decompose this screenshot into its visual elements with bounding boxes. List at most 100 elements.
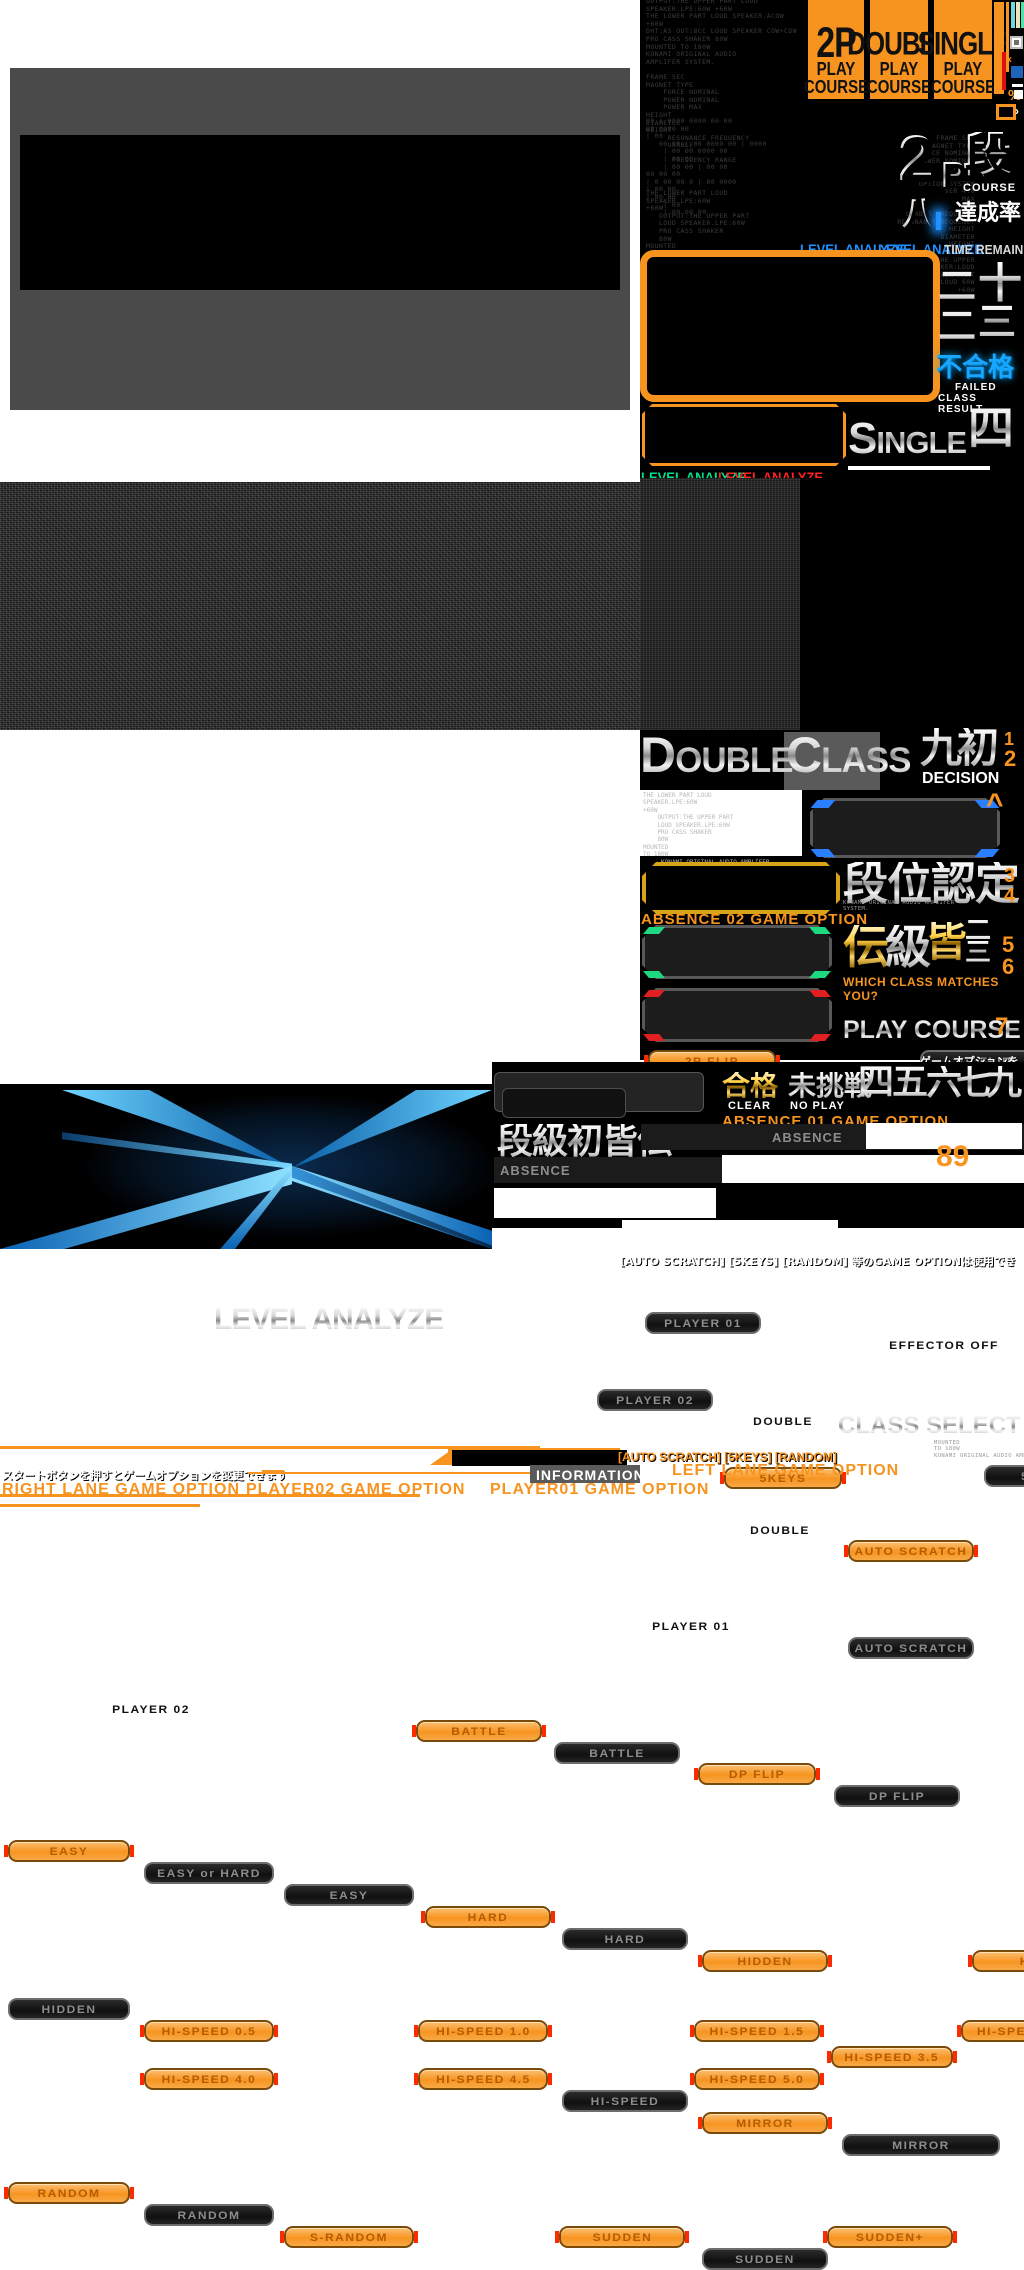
chevron-left-icon[interactable]: ‹ bbox=[1008, 53, 1018, 65]
tag-auto-scratch-off[interactable]: AUTO SCRATCH bbox=[848, 1637, 974, 1659]
tag-row-5keys-bg bbox=[494, 1188, 716, 1218]
course-2p-line3: COURSE bbox=[803, 77, 869, 98]
opt-hidden-on[interactable]: HIDDEN bbox=[698, 1950, 832, 1972]
single-underline bbox=[848, 466, 990, 470]
opt-hidden-plus[interactable]: HIDDEN+ bbox=[968, 1950, 1024, 1972]
digit-3: 3 bbox=[1004, 865, 1016, 887]
opt-hs-2-0-label: HI-SPEED 2.0 bbox=[977, 2024, 1024, 2038]
heading-den-kanji: 伝 bbox=[843, 920, 889, 974]
noise-texture-strip-right bbox=[640, 478, 800, 730]
opt-hs40-wrap: HI-SPEED 4.0 bbox=[140, 2068, 278, 2090]
chevron-up-icon[interactable]: ^ bbox=[986, 790, 1004, 820]
opt-easy-off-label: EASY bbox=[329, 1888, 369, 1902]
opt-sudden-on-wrap: SUDDEN bbox=[555, 2226, 690, 2248]
tag-player01-2-bg bbox=[622, 1272, 838, 1298]
cursor-bar-blue bbox=[936, 212, 941, 230]
opt-s-random-label: S-RANDOM bbox=[310, 2230, 388, 2244]
tag-player-02-2[interactable]: PLAYER 02 bbox=[92, 1698, 210, 1720]
opt-hs-2-0[interactable]: HI-SPEED 2.0 bbox=[957, 2020, 1024, 2042]
tag-auto-scratch-on-label: AUTO SCRATCH bbox=[854, 1544, 968, 1558]
checkbox-icon[interactable] bbox=[1010, 36, 1023, 49]
opt-hs-1-0-label: HI-SPEED 1.0 bbox=[436, 2024, 531, 2038]
secondary-display-panel bbox=[642, 404, 846, 466]
label-turntable: ターンテーブルで選択、鍵盤で決定 bbox=[452, 1450, 627, 1466]
divider-orange-mid bbox=[248, 1472, 548, 1474]
tag-battle-on[interactable]: BATTLE bbox=[412, 1720, 546, 1742]
tag-5keys-off[interactable]: 5KEYS bbox=[984, 1465, 1024, 1487]
heading-dan-kanji: 段 bbox=[963, 127, 1012, 183]
spec-white-box: THE LOWER PART LOUD SPEAKER.LPE:60W +60W… bbox=[640, 790, 802, 873]
opt-mirror-on-wrap: MIRROR bbox=[698, 2112, 832, 2134]
noise-texture-block bbox=[0, 482, 640, 730]
tag-effector-off-label: EFFECTOR OFF bbox=[889, 1338, 999, 1352]
opt-random-on[interactable]: RANDOM bbox=[4, 2182, 134, 2204]
opt-easy-on-label: EASY bbox=[49, 1844, 89, 1858]
heading-single: Single bbox=[848, 414, 967, 463]
heading-class-select: CLASS SELECT bbox=[838, 1412, 1021, 1439]
opt-hs-0-5[interactable]: HI-SPEED 0.5 bbox=[140, 2020, 278, 2042]
opt-hard-off[interactable]: HARD bbox=[562, 1928, 688, 1950]
tag-double-1[interactable]: DOUBLE bbox=[726, 1410, 840, 1432]
tag-player-02-2-label: PLAYER 02 bbox=[112, 1702, 190, 1716]
chevron-right-icon[interactable]: › bbox=[1015, 104, 1024, 118]
course-button-single[interactable]: SINGLE PLAY COURSE bbox=[918, 0, 1009, 101]
opt-hs-3-5[interactable]: HI-SPEED 3.5 bbox=[826, 2046, 957, 2068]
tag-effector-off[interactable]: EFFECTOR OFF bbox=[872, 1334, 1016, 1356]
opt-hs05-wrap: HI-SPEED 0.5 bbox=[140, 2020, 278, 2042]
tag-auto-scratch-off-label: AUTO SCRATCH bbox=[854, 1641, 968, 1655]
color-chip-cream bbox=[1016, 2, 1020, 28]
opt-hs-5-0-label: HI-SPEED 5.0 bbox=[709, 2072, 805, 2086]
label-start-button-hint: スタートボタンを押すとゲームオプションを変更できます bbox=[2, 1469, 288, 1482]
tag-player-02[interactable]: PLAYER 02 bbox=[597, 1389, 713, 1411]
opt-hs-plain[interactable]: HI-SPEED bbox=[562, 2090, 688, 2112]
tag-player-01[interactable]: PLAYER 01 bbox=[645, 1312, 761, 1334]
heading-hachi-kanji: 八 bbox=[902, 194, 936, 234]
label-no-play: NO PLAY bbox=[790, 1100, 845, 1112]
main-display-panel bbox=[640, 250, 940, 402]
opt-s-random-wrap: S-RANDOM bbox=[280, 2226, 418, 2248]
opt-easy-off[interactable]: EASY bbox=[284, 1884, 414, 1906]
heading-class: Class bbox=[786, 727, 911, 783]
tag-double-2[interactable]: DOUBLE bbox=[726, 1519, 834, 1541]
opt-random-off-label: RANDOM bbox=[177, 2208, 241, 2222]
opt-mirror-off[interactable]: MIRROR bbox=[842, 2134, 1000, 2156]
tag-battle-off[interactable]: BATTLE bbox=[554, 1742, 680, 1764]
opt-sudden-plus[interactable]: SUDDEN+ bbox=[822, 2226, 957, 2248]
course-single-line2: PLAY bbox=[943, 59, 983, 80]
opt-hs-5-0[interactable]: HI-SPEED 5.0 bbox=[689, 2068, 824, 2090]
tag-auto-scratch-on[interactable]: AUTO SCRATCH bbox=[844, 1540, 978, 1562]
opt-easy-on[interactable]: EASY bbox=[4, 1840, 134, 1862]
scrollbar-red-bar[interactable] bbox=[1002, 52, 1006, 90]
opt-hard-on[interactable]: HARD bbox=[421, 1906, 555, 1928]
tag-dp-flip-off-label: DP FLIP bbox=[868, 1789, 926, 1803]
tag-double-1-bg bbox=[722, 1155, 1024, 1183]
panel-green-trim bbox=[642, 925, 832, 979]
square-cursor-icon[interactable] bbox=[996, 104, 1016, 120]
opt-sudden-off[interactable]: SUDDEN bbox=[702, 2248, 828, 2270]
numeral-bottom-wu: 五 bbox=[892, 1062, 929, 1103]
opt-s-random[interactable]: S-RANDOM bbox=[280, 2226, 418, 2248]
tag-player-01-2[interactable]: PLAYER 01 bbox=[632, 1615, 750, 1637]
opt-hs-1-0[interactable]: HI-SPEED 1.0 bbox=[414, 2020, 553, 2042]
tag-dp-flip-on[interactable]: DP FLIP bbox=[694, 1763, 820, 1785]
opt-hs-1-5-label: HI-SPEED 1.5 bbox=[709, 2024, 805, 2038]
opt-hs-4-0[interactable]: HI-SPEED 4.0 bbox=[140, 2068, 278, 2090]
tag-dp-flip-off[interactable]: DP FLIP bbox=[834, 1785, 960, 1807]
course-single-line3: COURSE bbox=[930, 77, 996, 98]
heading-achievement-rate: 達成率 bbox=[955, 201, 1022, 226]
opt-hs-4-5[interactable]: HI-SPEED 4.5 bbox=[414, 2068, 553, 2090]
opt-hs-1-5[interactable]: HI-SPEED 1.5 bbox=[689, 2020, 824, 2042]
panel-red-trim bbox=[642, 988, 832, 1042]
opt-random-off[interactable]: RANDOM bbox=[144, 2204, 274, 2226]
heading-kai-kanji: 皆 bbox=[925, 917, 968, 966]
opt-hs15-wrap: HI-SPEED 1.5 bbox=[689, 2020, 824, 2042]
label-information: INFORMATION bbox=[536, 1467, 645, 1483]
opt-mirror-on[interactable]: MIRROR bbox=[698, 2112, 832, 2134]
opt-hidden-off[interactable]: HIDDEN bbox=[8, 1998, 130, 2020]
opt-hard-on-label: HARD bbox=[467, 1910, 509, 1924]
opt-sudden-on[interactable]: SUDDEN bbox=[555, 2226, 690, 2248]
tag-player-01-2-label: PLAYER 01 bbox=[652, 1619, 730, 1633]
opt-easy-or-hard[interactable]: EASY or HARD bbox=[144, 1862, 274, 1884]
opt-hs50-wrap: HI-SPEED 5.0 bbox=[689, 2068, 824, 2090]
pair-89: 89 bbox=[936, 1140, 970, 1173]
